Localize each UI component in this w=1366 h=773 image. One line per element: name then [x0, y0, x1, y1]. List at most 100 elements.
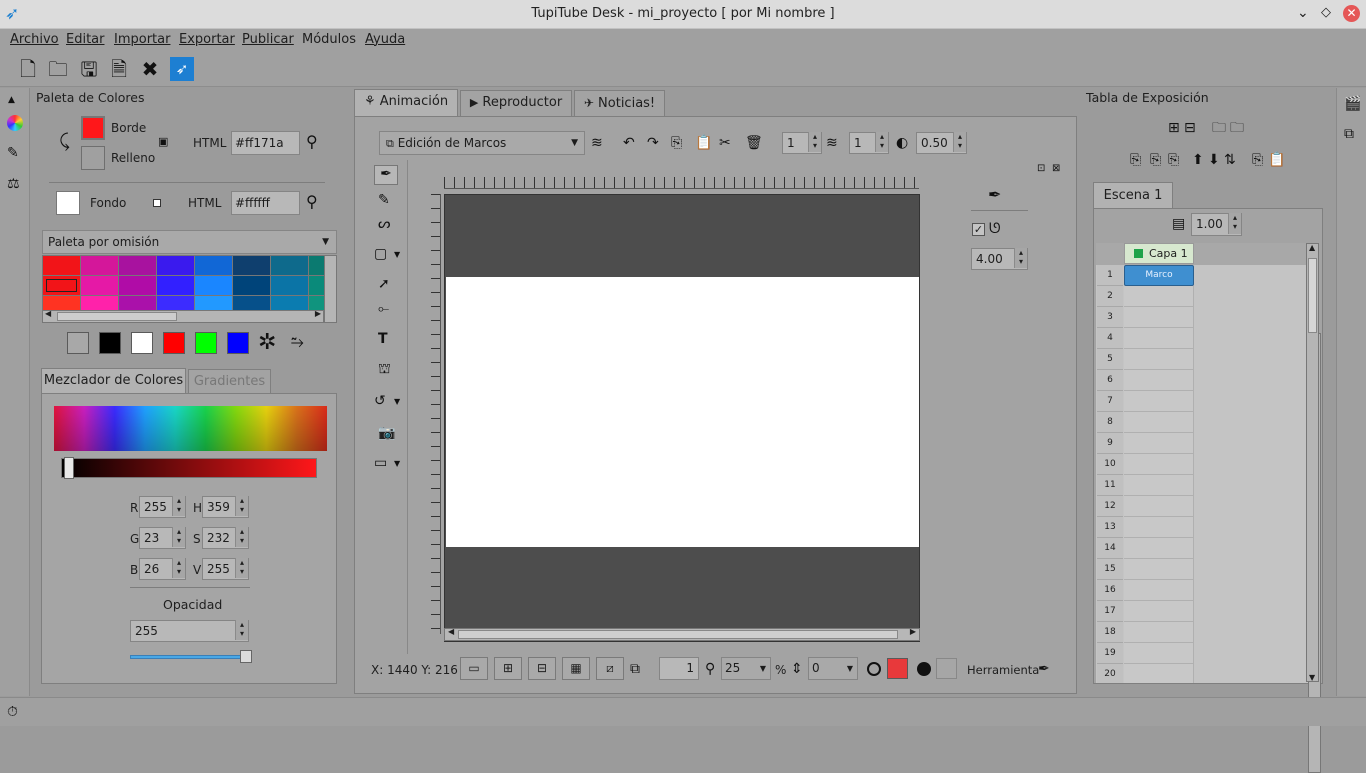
r-spinbox[interactable]: 255: [139, 496, 186, 518]
polyline-tool-icon[interactable]: ᔕ: [378, 216, 390, 232]
palette-swatch[interactable]: [157, 276, 195, 296]
palette-swatch[interactable]: [81, 276, 119, 296]
close-panel-icon[interactable]: ⊠: [1052, 161, 1060, 177]
fill-color-swatch[interactable]: [81, 146, 105, 170]
remove-folder-icon[interactable]: 🗀: [1230, 120, 1244, 136]
palette-select[interactable]: Paleta por omisión ▼: [42, 230, 337, 254]
onion-opacity-spinbox[interactable]: 0.50: [916, 132, 967, 154]
palette-swatch[interactable]: [119, 256, 157, 276]
frame-cell[interactable]: [1124, 433, 1194, 454]
clapperboard-icon[interactable]: 🎬: [1344, 96, 1361, 112]
frame-cell[interactable]: [1124, 517, 1194, 538]
frame-cell[interactable]: [1124, 391, 1194, 412]
quick-color-green[interactable]: [195, 332, 217, 354]
palette-swatch[interactable]: [43, 276, 81, 296]
grid-none-button[interactable]: ▭: [460, 657, 488, 680]
value-slider[interactable]: [61, 457, 317, 479]
export-tool-icon[interactable]: ▭: [374, 455, 387, 471]
canvas-area[interactable]: [444, 194, 920, 642]
swatch-grid-vscroll[interactable]: [324, 255, 337, 323]
palette-swatch[interactable]: [157, 256, 195, 276]
quick-color-gray[interactable]: [67, 332, 89, 354]
bg-mode-icon[interactable]: [153, 199, 161, 207]
close-icon[interactable]: ✕: [1343, 5, 1360, 22]
b-spinbox[interactable]: 26: [139, 558, 186, 580]
paste-frame-icon[interactable]: 📋: [695, 135, 712, 151]
extend-frame-icon[interactable]: ⎘: [1168, 152, 1179, 168]
layers-icon[interactable]: ⧉: [630, 661, 640, 677]
gradient-tool-icon[interactable]: ⥲: [291, 334, 304, 350]
frame-cell[interactable]: [1124, 538, 1194, 559]
add-layer-icon[interactable]: ⊞: [1168, 120, 1180, 136]
delete-frame-icon[interactable]: 🗑: [745, 135, 763, 151]
border-color-swatch[interactable]: [81, 116, 105, 140]
menu-editar[interactable]: Editar: [66, 32, 105, 47]
menu-modulos[interactable]: Módulos: [302, 32, 356, 47]
bg-eyedropper-icon[interactable]: ⚲: [306, 194, 318, 210]
frame-cell[interactable]: [1124, 454, 1194, 475]
new-project-icon[interactable]: 🗋: [16, 57, 40, 81]
ink-tool-icon[interactable]: ✎: [378, 192, 390, 208]
frame-cell[interactable]: [1124, 664, 1194, 683]
zoom-icon[interactable]: ⚲: [705, 661, 715, 677]
frame-cell[interactable]: [1124, 622, 1194, 643]
eyedropper-icon[interactable]: ⚲: [306, 134, 318, 150]
tween-tool-icon[interactable]: ↺: [374, 393, 386, 409]
border-color-indicator[interactable]: [887, 658, 908, 679]
reverse-icon[interactable]: ⇅: [1224, 152, 1236, 168]
gear-icon[interactable]: ✲: [258, 332, 276, 354]
maximize-icon[interactable]: ◇: [1321, 5, 1331, 20]
swatch-grid-scrollbar[interactable]: ◀ ▶: [42, 309, 324, 323]
camera-tool-icon[interactable]: 📷: [378, 425, 395, 441]
menu-ayuda[interactable]: Ayuda: [365, 32, 405, 47]
onion-layers-icon[interactable]: ≋: [591, 135, 603, 151]
pen-size-spinbox[interactable]: 4.00: [971, 248, 1028, 270]
palette-swatch[interactable]: [43, 256, 81, 276]
edit-mode-select[interactable]: ⧉ Edición de Marcos ▼: [379, 131, 585, 155]
layer-header[interactable]: Capa 1: [1124, 243, 1194, 264]
cut-frame-icon[interactable]: ✂: [719, 135, 731, 151]
menu-importar[interactable]: Importar: [114, 32, 170, 47]
restore-icon[interactable]: ⊡: [1037, 161, 1045, 177]
insert-frames-icon[interactable]: ⎘: [1150, 152, 1161, 168]
tab-news[interactable]: ✈ Noticias!: [574, 90, 665, 116]
brush-icon[interactable]: ✎: [7, 145, 19, 161]
frame-cell[interactable]: [1124, 328, 1194, 349]
tab-color-mixer[interactable]: Mezclador de Colores: [41, 368, 186, 394]
tab-player[interactable]: ▶ Reproductor: [460, 90, 572, 116]
frame-cell[interactable]: [1124, 286, 1194, 307]
palette-swatch[interactable]: [195, 256, 233, 276]
exposure-vscrollbar[interactable]: ▲ ▼: [1306, 243, 1319, 682]
fill-color-indicator[interactable]: [936, 658, 957, 679]
zoom-select[interactable]: 25 ▼: [721, 657, 771, 680]
close-project-icon[interactable]: ✖: [138, 57, 162, 81]
copy-frame-icon[interactable]: ⎘: [671, 135, 682, 151]
save-icon[interactable]: 🖫: [77, 57, 101, 81]
fill-tool-icon[interactable]: ⛫: [378, 361, 391, 377]
background-color-swatch[interactable]: [56, 191, 80, 215]
insert-frame-icon[interactable]: ⎘: [1130, 152, 1141, 168]
frame-cell[interactable]: [1124, 643, 1194, 664]
dropdown-arrow-icon[interactable]: ▼: [394, 247, 400, 263]
palette-swatch[interactable]: [81, 256, 119, 276]
opacity-spinbox[interactable]: 255: [130, 620, 249, 642]
text-tool-icon[interactable]: T: [378, 331, 388, 347]
fps-spinbox[interactable]: 1.00: [1191, 213, 1242, 236]
opacity-icon[interactable]: ◐: [896, 135, 908, 151]
tab-gradients[interactable]: Gradientes: [188, 369, 271, 394]
grid-cross-button[interactable]: ⊞: [494, 657, 522, 680]
paste-icon[interactable]: 📋: [1268, 152, 1285, 168]
grid-full-button[interactable]: ▦: [562, 657, 590, 680]
copy-icon[interactable]: ⎘: [1252, 152, 1263, 168]
rotation-select[interactable]: 0 ▼: [808, 657, 858, 680]
s-spinbox[interactable]: 232: [202, 527, 249, 549]
open-project-icon[interactable]: 🗀: [46, 57, 70, 81]
rectangle-tool-icon[interactable]: ▢: [374, 246, 387, 262]
pencil-tool-icon[interactable]: ✒: [374, 165, 398, 185]
move-down-icon[interactable]: ⬇: [1208, 152, 1220, 168]
tupitube-icon[interactable]: ➶: [170, 57, 194, 81]
scene-icon[interactable]: ⚖: [7, 176, 20, 192]
layer-visibility-icon[interactable]: [1134, 249, 1143, 258]
save-as-icon[interactable]: 🗎: [107, 57, 131, 81]
canvas-hscrollbar[interactable]: ◀ ▶: [444, 627, 920, 641]
